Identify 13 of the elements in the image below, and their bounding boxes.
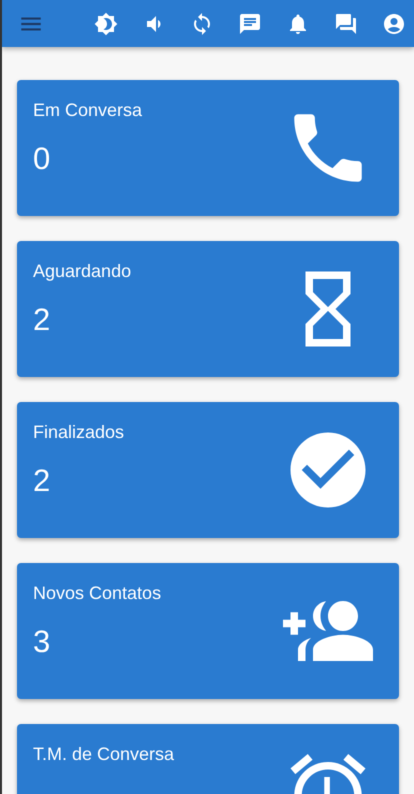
forum-icon[interactable] — [334, 12, 358, 36]
card-value: 0 — [33, 141, 52, 177]
card-title: Finalizados — [33, 422, 124, 443]
card-title: T.M. de Conversa — [33, 744, 174, 765]
card-title: Aguardando — [33, 261, 132, 282]
card-value: 2 — [33, 463, 52, 499]
account-icon[interactable] — [382, 12, 406, 36]
card-value: 2 — [33, 302, 52, 338]
brightness-icon[interactable] — [94, 12, 118, 36]
card-title: Em Conversa — [33, 100, 142, 121]
chat-icon[interactable] — [238, 12, 262, 36]
card-title: Novos Contatos — [33, 583, 162, 604]
card-value: 3 — [33, 624, 52, 660]
